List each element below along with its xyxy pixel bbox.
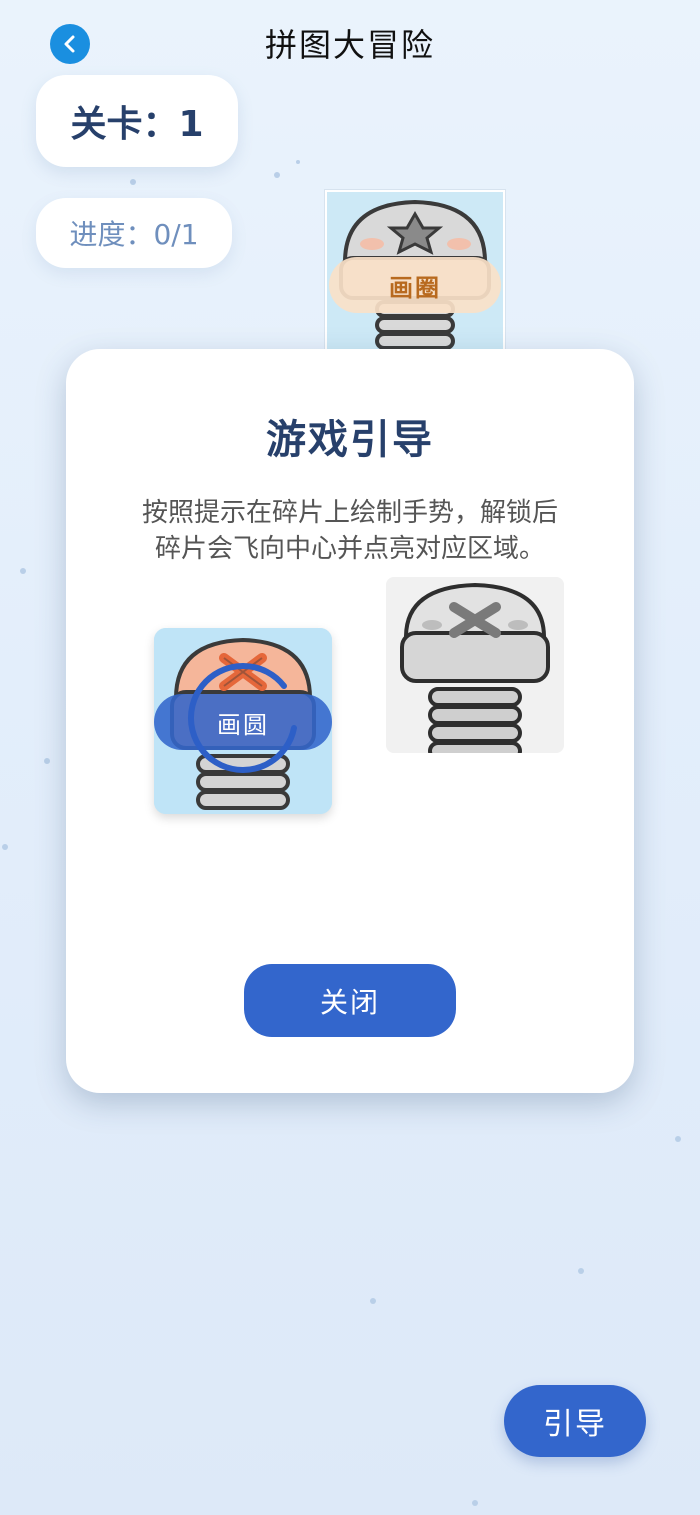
demo-puzzle-piece: 画圆 (154, 628, 332, 814)
circle-gesture-icon (188, 662, 297, 773)
gesture-hint-label: 画圈 (329, 257, 501, 313)
level-indicator: 关卡：1 (36, 75, 238, 167)
background-dot (2, 844, 8, 850)
modal-description-line: 按照提示在碎片上绘制手势，解锁后 (141, 498, 558, 528)
modal-description: 按照提示在碎片上绘制手势，解锁后 碎片会飞向中心并点亮对应区域。 (106, 495, 594, 567)
target-screw-image (386, 577, 564, 753)
progress-indicator: 进度：0/1 (36, 198, 232, 268)
page-title: 拼图大冒险 (264, 26, 435, 64)
close-button[interactable]: 关闭 (244, 964, 456, 1037)
modal-description-line: 碎片会飞向中心并点亮对应区域。 (154, 534, 545, 564)
background-dot (578, 1268, 584, 1274)
background-dot (675, 1136, 681, 1142)
guide-modal: 游戏引导 按照提示在碎片上绘制手势，解锁后 碎片会飞向中心并点亮对应区域。 画圆 (66, 349, 634, 1093)
background-dot (370, 1298, 376, 1304)
puzzle-piece[interactable]: 画圈 (325, 190, 505, 354)
screw-icon (386, 577, 564, 753)
guide-button[interactable]: 引导 (504, 1385, 646, 1457)
background-dot (274, 172, 280, 178)
background-dot (130, 179, 136, 185)
background-dot (44, 758, 50, 764)
background-dot (296, 160, 300, 164)
background-dot (20, 568, 26, 574)
background-dot (472, 1500, 478, 1506)
modal-title: 游戏引导 (266, 417, 434, 463)
